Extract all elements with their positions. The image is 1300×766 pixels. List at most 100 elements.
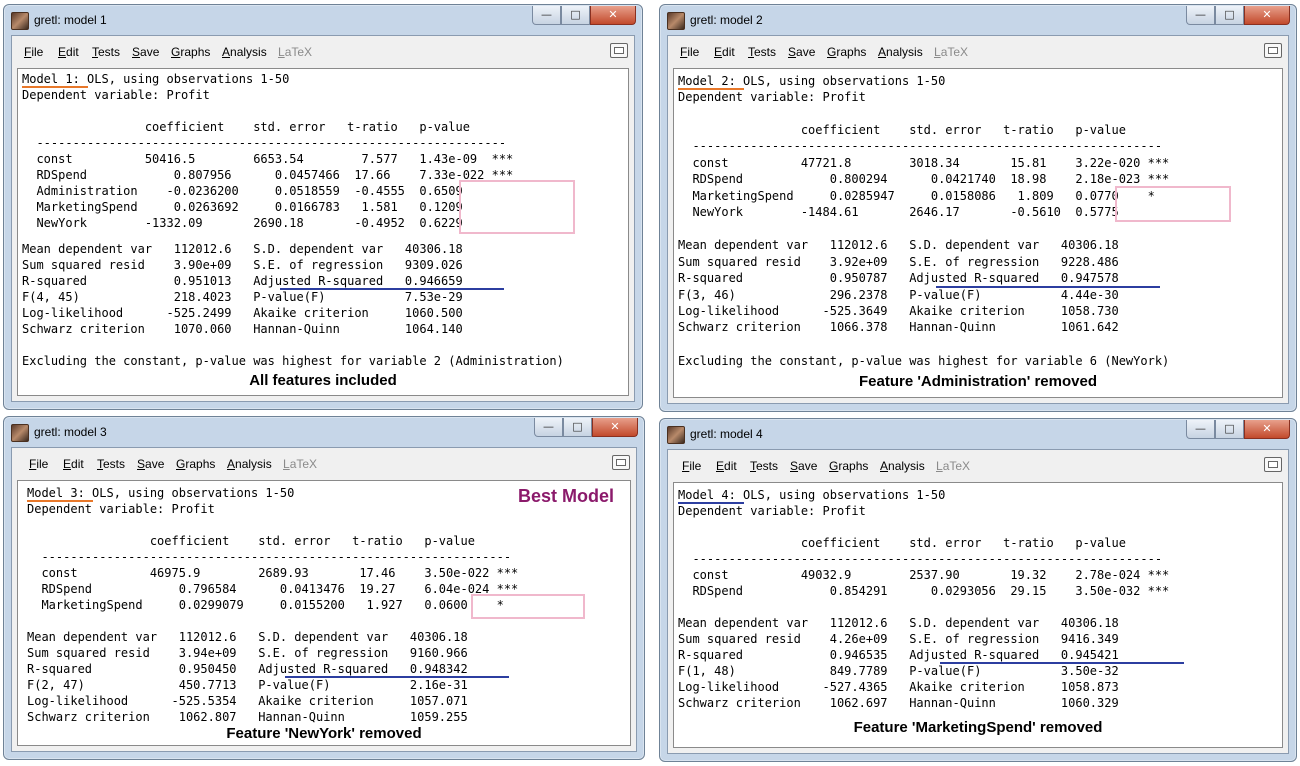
model-output[interactable]: Model 3: OLS, using observations 1-50 De… bbox=[17, 480, 631, 746]
output-line: Schwarz criterion 1062.807 Hannan-Quinn … bbox=[27, 710, 468, 724]
minimize-button[interactable]: — bbox=[1186, 420, 1215, 439]
menu-file[interactable]: File bbox=[29, 457, 48, 471]
menu-tests[interactable]: Tests bbox=[97, 457, 125, 471]
output-line: F(4, 45) 218.4023 P-value(F) 7.53e-29 bbox=[22, 290, 463, 304]
adjusted-r-squared-underline bbox=[936, 286, 1160, 288]
title-bar[interactable]: gretl: model 4 — □ ✕ bbox=[660, 419, 1296, 449]
minimize-button[interactable]: — bbox=[532, 6, 561, 25]
title-bar[interactable]: gretl: model 2 — □ ✕ bbox=[660, 5, 1296, 35]
model-2-window: gretl: model 2 — □ ✕ File Edit Tests Sav… bbox=[659, 4, 1297, 412]
gretl-app-icon bbox=[11, 424, 29, 442]
output-line: const 50416.5 6653.54 7.577 1.43e-09 *** bbox=[22, 152, 514, 166]
output-line: Dependent variable: Profit bbox=[678, 504, 866, 518]
menu-bar: File Edit Tests Save Graphs Analysis LaT… bbox=[668, 450, 1288, 478]
window-title: gretl: model 1 bbox=[34, 13, 107, 27]
output-line: Excluding the constant, p-value was high… bbox=[678, 354, 1170, 368]
menu-graphs[interactable]: Graphs bbox=[829, 459, 868, 473]
restore-icon[interactable] bbox=[1264, 43, 1282, 58]
output-line: F(1, 48) 849.7789 P-value(F) 3.50e-32 bbox=[678, 664, 1119, 678]
output-line: Model 1: OLS, using observations 1-50 bbox=[22, 72, 290, 86]
output-line: Dependent variable: Profit bbox=[22, 88, 210, 102]
title-bar[interactable]: gretl: model 1 — □ ✕ bbox=[4, 5, 642, 35]
output-line: const 49032.9 2537.90 19.32 2.78e-024 **… bbox=[678, 568, 1170, 582]
menu-file[interactable]: File bbox=[24, 45, 43, 59]
menu-save[interactable]: Save bbox=[137, 457, 164, 471]
maximize-button[interactable]: □ bbox=[561, 6, 590, 25]
output-line: RDSpend 0.854291 0.0293056 29.15 3.50e-0… bbox=[678, 584, 1170, 598]
output-line: F(3, 46) 296.2378 P-value(F) 4.44e-30 bbox=[678, 288, 1119, 302]
output-line: Administration -0.0236200 0.0518559 -0.4… bbox=[22, 184, 463, 198]
model-output[interactable]: Model 4: OLS, using observations 1-50 De… bbox=[673, 482, 1283, 748]
menu-edit[interactable]: Edit bbox=[714, 45, 735, 59]
menu-save[interactable]: Save bbox=[790, 459, 817, 473]
output-line: ----------------------------------------… bbox=[678, 552, 1163, 566]
output-line: R-squared 0.946535 Adjusted R-squared 0.… bbox=[678, 648, 1119, 662]
restore-icon[interactable] bbox=[1264, 457, 1282, 472]
output-line: Schwarz criterion 1070.060 Hannan-Quinn … bbox=[22, 322, 463, 336]
close-button[interactable]: ✕ bbox=[592, 418, 638, 437]
gretl-app-icon bbox=[667, 426, 685, 444]
menu-save[interactable]: Save bbox=[132, 45, 159, 59]
window-client-area: File Edit Tests Save Graphs Analysis LaT… bbox=[11, 447, 637, 752]
output-line: const 47721.8 3018.34 15.81 3.22e-020 **… bbox=[678, 156, 1170, 170]
close-button[interactable]: ✕ bbox=[590, 6, 636, 25]
menu-edit[interactable]: Edit bbox=[58, 45, 79, 59]
minimize-button[interactable]: — bbox=[1186, 6, 1215, 25]
restore-icon[interactable] bbox=[612, 455, 630, 470]
model-label-underline bbox=[678, 502, 744, 504]
menu-analysis[interactable]: Analysis bbox=[878, 45, 923, 59]
caption: Feature 'NewYork' removed bbox=[226, 725, 422, 742]
adjusted-r-squared-underline bbox=[940, 662, 1184, 664]
pvalue-highlight-box bbox=[471, 594, 585, 619]
window-client-area: File Edit Tests Save Graphs Analysis LaT… bbox=[11, 35, 635, 402]
output-line: R-squared 0.951013 Adjusted R-squared 0.… bbox=[22, 274, 463, 288]
output-line: Sum squared resid 3.90e+09 S.E. of regre… bbox=[22, 258, 463, 272]
output-line: Mean dependent var 112012.6 S.D. depende… bbox=[678, 616, 1119, 630]
menu-tests[interactable]: Tests bbox=[748, 45, 776, 59]
output-line: const 46975.9 2689.93 17.46 3.50e-022 **… bbox=[27, 566, 519, 580]
minimize-button[interactable]: — bbox=[534, 418, 563, 437]
window-title: gretl: model 2 bbox=[690, 13, 763, 27]
output-line: Mean dependent var 112012.6 S.D. depende… bbox=[27, 630, 468, 644]
menu-file[interactable]: File bbox=[682, 459, 701, 473]
output-line: RDSpend 0.796584 0.0413476 19.27 6.04e-0… bbox=[27, 582, 519, 596]
close-button[interactable]: ✕ bbox=[1244, 420, 1290, 439]
menu-graphs[interactable]: Graphs bbox=[176, 457, 215, 471]
menu-graphs[interactable]: Graphs bbox=[827, 45, 866, 59]
output-line: NewYork -1484.61 2646.17 -0.5610 0.5775 bbox=[678, 205, 1119, 219]
menu-tests[interactable]: Tests bbox=[92, 45, 120, 59]
output-line: Sum squared resid 4.26e+09 S.E. of regre… bbox=[678, 632, 1119, 646]
menu-edit[interactable]: Edit bbox=[63, 457, 84, 471]
pvalue-highlight-box bbox=[459, 180, 575, 234]
model-1-window: gretl: model 1 — □ ✕ File Edit Tests Sav… bbox=[3, 4, 643, 410]
title-bar[interactable]: gretl: model 3 — □ ✕ bbox=[4, 417, 644, 447]
close-button[interactable]: ✕ bbox=[1244, 6, 1290, 25]
model-output[interactable]: Model 1: OLS, using observations 1-50 De… bbox=[17, 68, 629, 396]
model-3-window: gretl: model 3 — □ ✕ File Edit Tests Sav… bbox=[3, 416, 645, 760]
output-line: Log-likelihood -525.2499 Akaike criterio… bbox=[22, 306, 463, 320]
maximize-button[interactable]: □ bbox=[563, 418, 592, 437]
menu-file[interactable]: File bbox=[680, 45, 699, 59]
menu-graphs[interactable]: Graphs bbox=[171, 45, 210, 59]
menu-analysis[interactable]: Analysis bbox=[880, 459, 925, 473]
maximize-button[interactable]: □ bbox=[1215, 420, 1244, 439]
menu-analysis[interactable]: Analysis bbox=[227, 457, 272, 471]
restore-icon[interactable] bbox=[610, 43, 628, 58]
window-client-area: File Edit Tests Save Graphs Analysis LaT… bbox=[667, 449, 1289, 754]
output-line: coefficient std. error t-ratio p-value bbox=[22, 120, 470, 134]
window-client-area: File Edit Tests Save Graphs Analysis LaT… bbox=[667, 35, 1289, 404]
output-line: ----------------------------------------… bbox=[678, 139, 1163, 153]
output-line: Dependent variable: Profit bbox=[678, 90, 866, 104]
menu-tests[interactable]: Tests bbox=[750, 459, 778, 473]
menu-save[interactable]: Save bbox=[788, 45, 815, 59]
output-line: MarketingSpend 0.0263692 0.0166783 1.581… bbox=[22, 200, 463, 214]
menu-latex: LaTeX bbox=[283, 457, 318, 471]
menu-bar: File Edit Tests Save Graphs Analysis LaT… bbox=[668, 36, 1288, 64]
menu-analysis[interactable]: Analysis bbox=[222, 45, 267, 59]
model-output[interactable]: Model 2: OLS, using observations 1-50 De… bbox=[673, 68, 1283, 398]
maximize-button[interactable]: □ bbox=[1215, 6, 1244, 25]
output-line: Schwarz criterion 1062.697 Hannan-Quinn … bbox=[678, 696, 1119, 710]
menu-edit[interactable]: Edit bbox=[716, 459, 737, 473]
output-line: Log-likelihood -525.5354 Akaike criterio… bbox=[27, 694, 468, 708]
output-line: RDSpend 0.800294 0.0421740 18.98 2.18e-0… bbox=[678, 172, 1170, 186]
